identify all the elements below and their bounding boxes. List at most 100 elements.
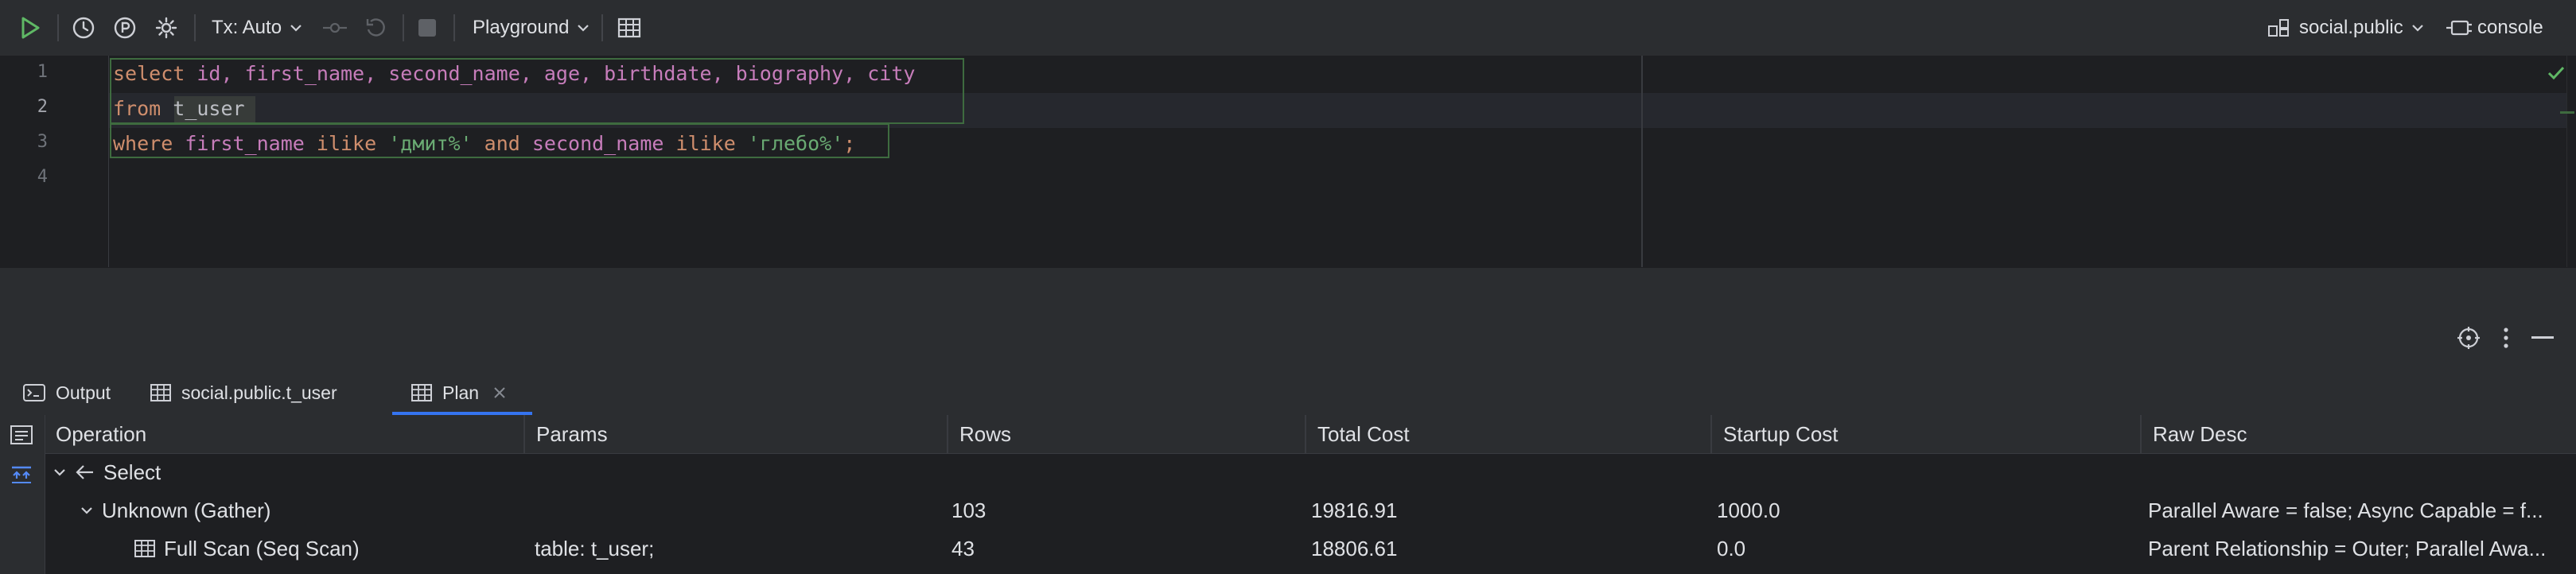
startup-cost-cell: 0.0 — [1717, 537, 1746, 560]
total-cost-cell — [1311, 453, 1693, 491]
semicolon: ; — [843, 132, 856, 155]
chevron-down-icon[interactable] — [53, 467, 67, 478]
toolbar: Tx: Auto Playground social.public consol… — [0, 0, 2576, 56]
console-selector[interactable]: console — [2446, 0, 2543, 56]
row-details-icon[interactable] — [10, 425, 33, 449]
settings-icon[interactable] — [154, 0, 178, 56]
session-label: Playground — [473, 17, 570, 38]
rows-cell: 43 — [951, 537, 975, 560]
table-row[interactable]: Unknown (Gather) 103 19816.91 1000.0 Par… — [45, 491, 2576, 529]
params-cell — [535, 491, 948, 529]
operation-cell: Select — [53, 453, 522, 491]
tab-plan[interactable]: Plan — [411, 370, 516, 415]
close-icon[interactable] — [493, 386, 506, 399]
column-divider[interactable] — [523, 415, 525, 453]
more-options-icon[interactable] — [2503, 327, 2509, 349]
column-divider[interactable] — [947, 415, 948, 453]
tab-table-result[interactable]: social.public.t_user — [150, 370, 337, 415]
tab-label: social.public.t_user — [181, 382, 337, 403]
raw-desc-cell — [2148, 453, 2576, 491]
raw-desc-cell: Parallel Aware = false; Async Capable = … — [2148, 498, 2543, 522]
scroll-marker — [2560, 111, 2574, 114]
operation-label: Full Scan (Seq Scan) — [164, 537, 360, 560]
column-header-raw-desc[interactable]: Raw Desc — [2153, 415, 2247, 453]
column-list: id, first_name, second_name, age, birthd… — [197, 62, 916, 85]
keyword-where: where — [113, 132, 173, 155]
rows-cell: 103 — [951, 498, 986, 522]
result-tabs: Output social.public.t_user Plan — [0, 370, 2576, 416]
chevron-down-icon — [290, 25, 302, 32]
console-label: console — [2477, 17, 2543, 38]
column-header-rows[interactable]: Rows — [959, 415, 1011, 453]
grid-header: Operation Params Rows Total Cost Startup… — [0, 415, 2576, 454]
column-header-total-cost[interactable]: Total Cost — [1317, 415, 1410, 453]
params-cell — [535, 453, 948, 491]
console-output-icon — [23, 384, 45, 401]
session-dropdown[interactable]: Playground — [473, 0, 590, 56]
editor-scrollbar[interactable] — [2566, 56, 2576, 267]
line-number: 3 — [37, 132, 48, 152]
transaction-mode-dropdown[interactable]: Tx: Auto — [212, 0, 302, 56]
line-number: 2 — [37, 97, 48, 117]
console-icon — [2446, 20, 2472, 36]
rows-cell — [951, 453, 1294, 491]
right-margin-guide — [1641, 56, 1643, 267]
code-line-1: select id, first_name, second_name, age,… — [113, 56, 915, 91]
operation-cell: Unknown (Gather) — [80, 491, 525, 529]
sql-editor[interactable]: 1 2 3 4 select id, first_name, second_na… — [0, 56, 2576, 267]
column-divider[interactable] — [2140, 415, 2142, 453]
column-header-startup-cost[interactable]: Startup Cost — [1723, 415, 1839, 453]
schema-selector[interactable]: social.public — [2267, 0, 2424, 56]
panel-tools — [2457, 318, 2576, 358]
line-number-gutter — [0, 56, 109, 267]
stop-icon[interactable] — [417, 0, 438, 56]
chevron-down-icon — [2411, 25, 2423, 32]
run-icon[interactable] — [19, 0, 41, 56]
commit-icon[interactable] — [321, 0, 348, 56]
history-icon[interactable] — [72, 0, 95, 56]
startup-cost-cell: 1000.0 — [1717, 498, 1780, 522]
target-icon[interactable] — [2457, 326, 2481, 350]
toolbar-divider — [194, 14, 196, 41]
keyword-and: and — [484, 132, 520, 155]
column-ref: second_name — [531, 132, 664, 155]
tab-label: Output — [56, 382, 111, 403]
column-header-operation[interactable]: Operation — [56, 415, 146, 453]
tab-output[interactable]: Output — [22, 370, 111, 415]
table-icon — [411, 384, 432, 401]
toolbar-divider — [57, 14, 59, 41]
column-divider[interactable] — [1710, 415, 1712, 453]
line-number: 4 — [37, 167, 48, 187]
table-name: t_user — [173, 97, 245, 120]
transaction-mode-label: Tx: Auto — [212, 17, 282, 38]
explain-plan-icon[interactable] — [113, 0, 137, 56]
plan-grid: Operation Params Rows Total Cost Startup… — [0, 415, 2576, 574]
chevron-down-icon[interactable] — [80, 505, 94, 516]
grid-side-toolbar — [0, 415, 45, 574]
code-line-3: where first_name ilike 'дмит%' and secon… — [113, 126, 855, 161]
services-panel-header — [0, 305, 2576, 370]
column-ref: first_name — [185, 132, 305, 155]
operation-label: Unknown (Gather) — [102, 498, 271, 522]
column-divider[interactable] — [1305, 415, 1306, 453]
table-row[interactable]: Full Scan (Seq Scan) table: t_user; 43 1… — [45, 529, 2576, 568]
checkmark-icon — [2547, 65, 2565, 85]
toolbar-divider — [403, 14, 404, 41]
expand-all-icon[interactable] — [10, 464, 33, 489]
rollback-icon[interactable] — [364, 0, 387, 56]
keyword-ilike: ilike — [675, 132, 736, 155]
minimize-icon[interactable] — [2531, 336, 2554, 339]
column-header-params[interactable]: Params — [536, 415, 608, 453]
table-icon — [134, 540, 155, 557]
operation-cell: Full Scan (Seq Scan) — [134, 529, 523, 568]
line-number: 1 — [37, 62, 48, 82]
panel-splitter[interactable] — [0, 267, 2576, 306]
total-cost-cell: 18806.61 — [1311, 537, 1398, 560]
schema-label: social.public — [2299, 17, 2403, 38]
startup-cost-cell — [1717, 453, 2130, 491]
table-view-icon[interactable] — [617, 0, 641, 56]
keyword-select: select — [113, 62, 185, 85]
params-cell: table: t_user; — [535, 537, 655, 560]
keyword-ilike: ilike — [316, 132, 377, 155]
table-row[interactable]: Select — [45, 453, 2576, 491]
